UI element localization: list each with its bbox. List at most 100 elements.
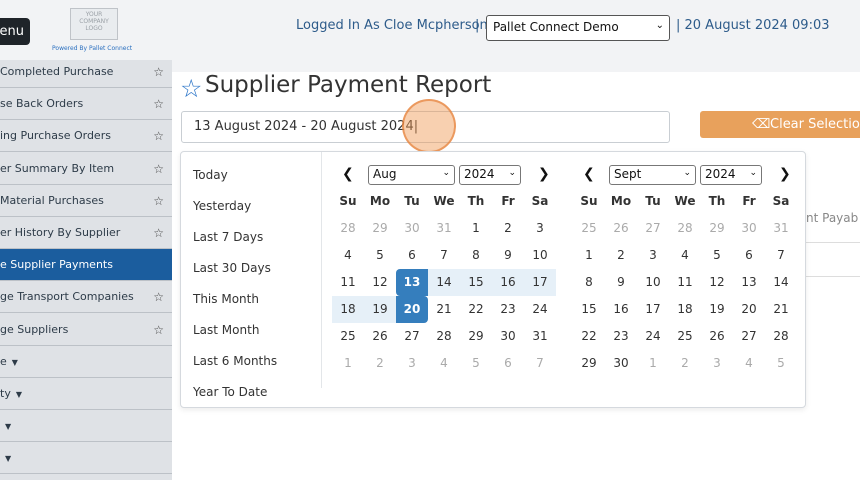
- calendar-day[interactable]: 31: [428, 215, 460, 242]
- calendar-day[interactable]: 30: [492, 323, 524, 350]
- star-icon[interactable]: ☆: [153, 281, 164, 312]
- calendar-day[interactable]: 12: [701, 269, 733, 296]
- calendar-day[interactable]: 5: [765, 350, 797, 377]
- calendar-day[interactable]: 18: [669, 296, 701, 323]
- star-icon[interactable]: ☆: [153, 120, 164, 151]
- calendar-day[interactable]: 7: [765, 242, 797, 269]
- calendar-day[interactable]: 10: [637, 269, 669, 296]
- range-option[interactable]: Last 6 Months: [193, 354, 277, 368]
- calendar-day[interactable]: 16: [492, 269, 524, 296]
- range-option[interactable]: Year To Date: [193, 385, 267, 399]
- calendar-day[interactable]: 3: [524, 215, 556, 242]
- calendar-day[interactable]: 3: [701, 350, 733, 377]
- calendar-day[interactable]: 9: [605, 269, 637, 296]
- calendar-day[interactable]: 20: [396, 296, 428, 323]
- calendar-day[interactable]: 2: [605, 242, 637, 269]
- calendar-day[interactable]: 30: [396, 215, 428, 242]
- calendar-day[interactable]: 14: [428, 269, 460, 296]
- calendar-day[interactable]: 21: [765, 296, 797, 323]
- menu-button[interactable]: enu: [0, 18, 30, 45]
- month-select[interactable]: Aug ⌄: [368, 165, 455, 185]
- sidebar-item[interactable]: ge Transport Companies ☆: [0, 281, 172, 314]
- calendar-day[interactable]: 26: [701, 323, 733, 350]
- calendar-day[interactable]: 1: [573, 242, 605, 269]
- next-month-icon[interactable]: ❯: [538, 166, 550, 182]
- calendar-day[interactable]: 15: [573, 296, 605, 323]
- calendar-day[interactable]: 11: [669, 269, 701, 296]
- star-icon[interactable]: ☆: [153, 217, 164, 248]
- range-option[interactable]: Last Month: [193, 323, 259, 337]
- calendar-day[interactable]: 16: [605, 296, 637, 323]
- year-select[interactable]: 2024 ⌄: [459, 165, 521, 185]
- calendar-day[interactable]: 7: [524, 350, 556, 377]
- calendar-day[interactable]: 10: [524, 242, 556, 269]
- calendar-day[interactable]: 24: [524, 296, 556, 323]
- calendar-day[interactable]: 31: [524, 323, 556, 350]
- calendar-day[interactable]: 13: [733, 269, 765, 296]
- calendar-day[interactable]: 27: [637, 215, 669, 242]
- range-option[interactable]: This Month: [193, 292, 259, 306]
- calendar-day[interactable]: 25: [573, 215, 605, 242]
- star-icon[interactable]: ☆: [153, 88, 164, 119]
- calendar-day[interactable]: 23: [492, 296, 524, 323]
- month-select[interactable]: Sept ⌄: [609, 165, 696, 185]
- calendar-day[interactable]: 20: [733, 296, 765, 323]
- star-icon[interactable]: ☆: [153, 314, 164, 345]
- calendar-day[interactable]: 17: [524, 269, 556, 296]
- calendar-day[interactable]: 29: [701, 215, 733, 242]
- calendar-day[interactable]: 5: [364, 242, 396, 269]
- calendar-day[interactable]: 5: [701, 242, 733, 269]
- favorite-star-icon[interactable]: ☆: [180, 74, 202, 103]
- calendar-day[interactable]: 4: [332, 242, 364, 269]
- calendar-day[interactable]: 6: [733, 242, 765, 269]
- calendar-day[interactable]: 21: [428, 296, 460, 323]
- calendar-day[interactable]: 22: [573, 323, 605, 350]
- company-select[interactable]: Pallet Connect Demo ⌄: [486, 15, 670, 41]
- calendar-day[interactable]: 2: [669, 350, 701, 377]
- calendar-day[interactable]: 15: [460, 269, 492, 296]
- clear-selection-button[interactable]: ⌫ Clear Selection: [700, 111, 860, 138]
- calendar-day[interactable]: 8: [573, 269, 605, 296]
- sidebar-item[interactable]: ge Suppliers ☆: [0, 314, 172, 346]
- calendar-day[interactable]: 27: [733, 323, 765, 350]
- calendar-day[interactable]: 22: [460, 296, 492, 323]
- calendar-day[interactable]: 4: [428, 350, 460, 377]
- calendar-day[interactable]: 5: [460, 350, 492, 377]
- calendar-day[interactable]: 13: [396, 269, 428, 296]
- star-icon[interactable]: ☆: [153, 185, 164, 216]
- calendar-day[interactable]: 30: [733, 215, 765, 242]
- range-option[interactable]: Last 7 Days: [193, 230, 263, 244]
- sidebar-item[interactable]: Completed Purchase ☆: [0, 56, 172, 88]
- calendar-day[interactable]: 18: [332, 296, 364, 323]
- star-icon[interactable]: ☆: [153, 153, 164, 184]
- calendar-day[interactable]: 28: [428, 323, 460, 350]
- calendar-day[interactable]: 24: [637, 323, 669, 350]
- calendar-day[interactable]: 6: [396, 242, 428, 269]
- calendar-day[interactable]: 3: [637, 242, 669, 269]
- calendar-day[interactable]: 12: [364, 269, 396, 296]
- sidebar-item[interactable]: e Supplier Payments: [0, 249, 172, 282]
- prev-month-icon[interactable]: ❮: [583, 166, 595, 182]
- sidebar-item[interactable]: ty ▼: [0, 378, 172, 410]
- sidebar-item[interactable]: Material Purchases ☆: [0, 185, 172, 217]
- calendar-day[interactable]: 19: [701, 296, 733, 323]
- sidebar-item[interactable]: ing Purchase Orders ☆: [0, 120, 172, 153]
- calendar-day[interactable]: 26: [364, 323, 396, 350]
- calendar-day[interactable]: 23: [605, 323, 637, 350]
- calendar-day[interactable]: 30: [605, 350, 637, 377]
- calendar-day[interactable]: 6: [492, 350, 524, 377]
- calendar-day[interactable]: 28: [765, 323, 797, 350]
- calendar-day[interactable]: 26: [605, 215, 637, 242]
- range-option[interactable]: Yesterday: [193, 199, 251, 213]
- calendar-day[interactable]: 1: [332, 350, 364, 377]
- calendar-day[interactable]: 1: [460, 215, 492, 242]
- calendar-day[interactable]: 9: [492, 242, 524, 269]
- calendar-day[interactable]: 28: [332, 215, 364, 242]
- sidebar-item[interactable]: se Back Orders ☆: [0, 88, 172, 121]
- calendar-day[interactable]: 1: [637, 350, 669, 377]
- calendar-day[interactable]: 7: [428, 242, 460, 269]
- range-option[interactable]: Today: [193, 168, 228, 182]
- calendar-day[interactable]: 8: [460, 242, 492, 269]
- range-option[interactable]: Last 30 Days: [193, 261, 271, 275]
- sidebar-item[interactable]: er History By Supplier ☆: [0, 217, 172, 249]
